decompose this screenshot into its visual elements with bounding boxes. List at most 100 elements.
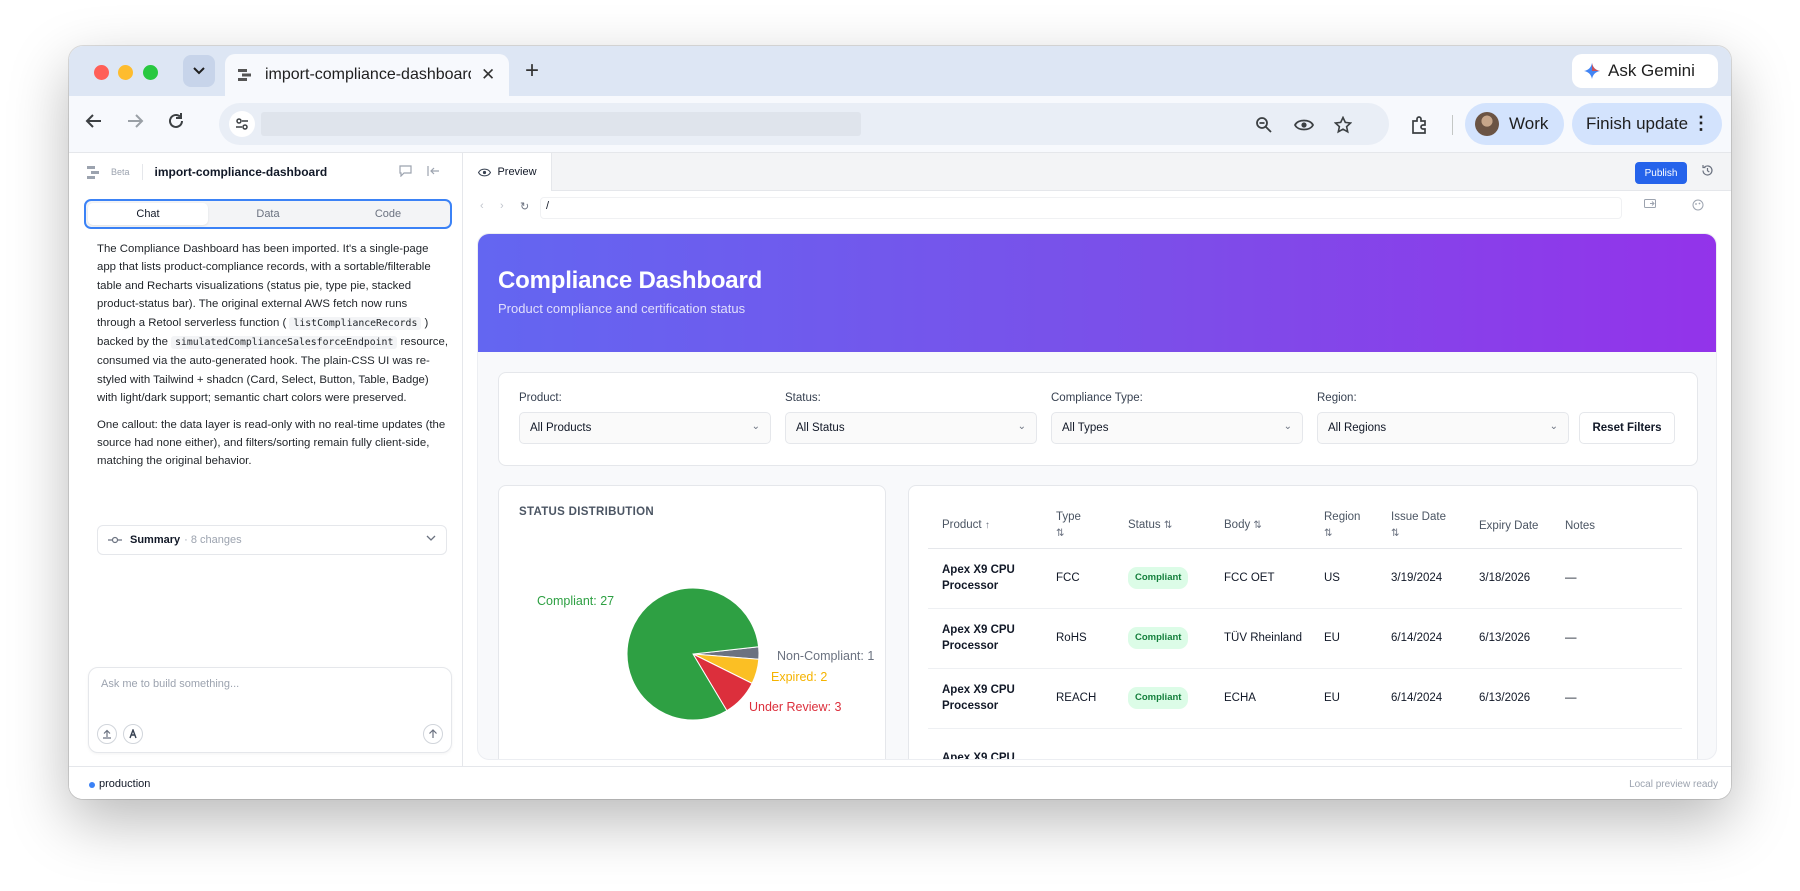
- table-row[interactable]: Apex X9 CPU Processor RoHS Compliant TÜV…: [928, 608, 1682, 669]
- ask-gemini-button[interactable]: Ask Gemini: [1572, 54, 1718, 88]
- profile-button[interactable]: Work: [1465, 103, 1564, 145]
- pie-label-compliant: Compliant: 27: [537, 594, 614, 608]
- product-filter: Product: All Products ⌄: [519, 392, 771, 444]
- dashboard-header: Compliance Dashboard Product compliance …: [478, 234, 1716, 352]
- collapse-panel-icon[interactable]: [427, 165, 440, 180]
- chevron-down-icon: [193, 67, 205, 75]
- eye-icon[interactable]: [1293, 114, 1315, 136]
- environment-label[interactable]: production: [99, 778, 150, 790]
- minimize-window-button[interactable]: [118, 65, 133, 80]
- bookmark-star-icon[interactable]: [1332, 114, 1354, 136]
- ai-model-icon: [129, 729, 137, 739]
- preview-address-bar: ‹ › ↻ /: [464, 191, 1731, 225]
- open-external-icon[interactable]: [1644, 199, 1656, 213]
- site-settings-icon[interactable]: [229, 111, 255, 137]
- table-row[interactable]: Apex X9 CPU Processor REACH Compliant EC…: [928, 668, 1682, 729]
- commit-icon: [108, 536, 122, 544]
- cell-region: EU: [1310, 608, 1377, 669]
- column-header-expiry-date: Expiry Date: [1465, 504, 1551, 549]
- pie-label-non-compliant: Non-Compliant: 1: [777, 649, 874, 663]
- column-header-region[interactable]: Region ⇅: [1310, 504, 1377, 549]
- forward-button[interactable]: [123, 112, 147, 136]
- reset-filters-button[interactable]: Reset Filters: [1579, 412, 1675, 444]
- message-paragraph-1: The Compliance Dashboard has been import…: [97, 240, 449, 408]
- tab-title: import-compliance-dashboard: [265, 66, 471, 83]
- status-select[interactable]: All Status ⌄: [785, 412, 1037, 444]
- chat-input[interactable]: [101, 678, 431, 690]
- model-selector-button[interactable]: [123, 724, 143, 744]
- status-filter: Status: All Status ⌄: [785, 392, 1037, 444]
- region-select[interactable]: All Regions ⌄: [1317, 412, 1569, 444]
- cell-notes: [1551, 728, 1682, 759]
- column-header-status[interactable]: Status ⇅: [1114, 504, 1210, 549]
- column-header-body[interactable]: Body ⇅: [1210, 504, 1310, 549]
- column-header-product[interactable]: Product ↑: [928, 504, 1042, 549]
- zoom-window-button[interactable]: [143, 65, 158, 80]
- back-button[interactable]: [82, 112, 106, 136]
- preview-url-field[interactable]: [540, 197, 1622, 219]
- filter-label: Product:: [519, 392, 562, 404]
- summary-collapsible[interactable]: Summary · 8 changes: [97, 525, 447, 555]
- preview-back-icon[interactable]: ‹: [480, 200, 484, 212]
- close-tab-icon[interactable]: ✕: [481, 65, 495, 85]
- extensions-icon[interactable]: [1409, 114, 1431, 136]
- compliance-type-select[interactable]: All Types ⌄: [1051, 412, 1303, 444]
- cell-expiry-date: 3/18/2026: [1465, 548, 1551, 609]
- address-bar[interactable]: [219, 103, 1389, 145]
- retool-logo-icon: [87, 165, 99, 179]
- inspect-icon[interactable]: [1692, 199, 1704, 214]
- column-header-issue-date[interactable]: Issue Date ⇅: [1377, 504, 1465, 549]
- cell-issue-date: 6/14/2024: [1377, 668, 1465, 729]
- table-row[interactable]: Apex X9 CPU Processor FCC Compliant FCC …: [928, 548, 1682, 609]
- sort-icon: ⇅: [1056, 528, 1065, 540]
- header-label: Region: [1324, 511, 1361, 524]
- cell-body: FCC OET: [1210, 548, 1310, 609]
- inline-code: listComplianceRecords: [289, 316, 422, 330]
- profile-label: Work: [1509, 114, 1549, 133]
- publish-button[interactable]: Publish: [1635, 162, 1687, 184]
- dashboard-title: Compliance Dashboard: [498, 267, 763, 294]
- upload-button[interactable]: [97, 724, 117, 744]
- tab-data[interactable]: Data: [208, 203, 328, 225]
- message-paragraph-2: One callout: the data layer is read-only…: [97, 418, 446, 468]
- close-window-button[interactable]: [94, 65, 109, 80]
- region-filter: Region: All Regions ⌄: [1317, 392, 1569, 444]
- compliance-type-filter: Compliance Type: All Types ⌄: [1051, 392, 1303, 444]
- sort-icon: ⇅: [1391, 528, 1400, 540]
- zoom-icon[interactable]: [1253, 114, 1275, 136]
- status-pie-chart: Compliant: 27 Non-Compliant: 1 Expired: 2 U…: [537, 587, 874, 721]
- select-value: All Regions: [1328, 422, 1387, 434]
- cell-region: [1310, 728, 1377, 759]
- preview-reload-icon[interactable]: ↻: [520, 200, 529, 213]
- browser-tab-active[interactable]: import-compliance-dashboard ✕: [225, 54, 509, 96]
- header-label: Expiry Date: [1479, 519, 1539, 532]
- cell-status: Compliant: [1114, 608, 1210, 669]
- tab-preview[interactable]: Preview: [464, 153, 552, 191]
- header-label: Type: [1056, 511, 1081, 524]
- toolbar-divider: [1452, 115, 1453, 135]
- chevron-down-icon: ⌄: [1549, 421, 1558, 432]
- table-header-row: Product ↑ Type ⇅ Status ⇅ Body ⇅ Region ⇅ …: [928, 504, 1682, 549]
- preview-forward-icon[interactable]: ›: [500, 200, 504, 212]
- tab-search-button[interactable]: [183, 55, 215, 87]
- sort-icon: ⇅: [1324, 528, 1333, 540]
- history-icon[interactable]: [1701, 164, 1714, 180]
- select-value: All Products: [530, 422, 592, 434]
- tab-code[interactable]: Code: [328, 203, 448, 225]
- cell-product: Apex X9 CPU: [928, 728, 1042, 759]
- send-button[interactable]: [423, 724, 443, 744]
- filter-label: Compliance Type:: [1051, 392, 1143, 404]
- comment-icon[interactable]: [399, 165, 412, 180]
- cell-notes: —: [1551, 668, 1682, 729]
- tab-chat[interactable]: Chat: [88, 203, 208, 225]
- product-select[interactable]: All Products ⌄: [519, 412, 771, 444]
- finish-update-button[interactable]: Finish update ⋮: [1572, 103, 1722, 145]
- column-header-type[interactable]: Type ⇅: [1042, 504, 1114, 549]
- ask-gemini-label: Ask Gemini: [1608, 61, 1695, 80]
- cell-notes: —: [1551, 548, 1682, 609]
- new-tab-button[interactable]: +: [525, 58, 539, 84]
- table-row[interactable]: Apex X9 CPU: [928, 728, 1682, 759]
- header-label: Issue Date: [1391, 511, 1446, 524]
- reload-button[interactable]: [164, 112, 188, 136]
- cell-issue-date: 3/19/2024: [1377, 548, 1465, 609]
